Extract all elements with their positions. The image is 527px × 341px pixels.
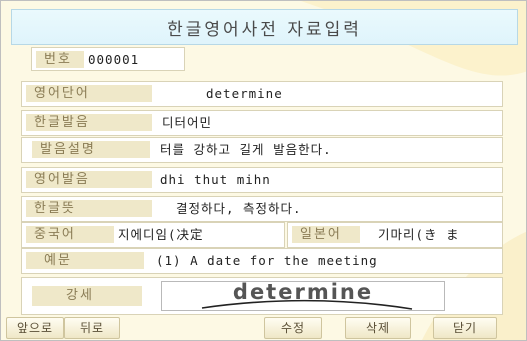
data-entry-window: 한글영어사전 자료입력 번호 000001 영어단어 determine 한글발… — [0, 0, 527, 341]
japanese-field[interactable]: 기마리(き ま — [374, 226, 498, 243]
english-pron-row: 영어발음 dhi thut mihn — [21, 167, 503, 193]
example-field[interactable]: (1) A date for the meeting — [152, 252, 496, 269]
korean-meaning-field[interactable]: 결정하다, 측정하다. — [172, 200, 496, 217]
chinese-row: 중국어 지에디임(决定 — [21, 222, 285, 248]
number-row: 번호 000001 — [31, 47, 185, 71]
next-button[interactable]: 뒤로 — [64, 317, 120, 339]
english-pron-label: 영어발음 — [26, 171, 152, 188]
close-button[interactable]: 닫기 — [433, 317, 497, 339]
example-row: 예문 (1) A date for the meeting — [21, 248, 503, 274]
chinese-field[interactable]: 지에디임(决定 — [114, 226, 278, 243]
chinese-label: 중국어 — [26, 226, 120, 243]
pron-desc-label: 발음설명 — [32, 141, 150, 158]
page-title: 한글영어사전 자료입력 — [11, 9, 518, 45]
english-word-label: 영어단어 — [26, 85, 152, 102]
delete-button[interactable]: 삭제 — [345, 317, 411, 339]
korean-meaning-row: 한글뜻 결정하다, 측정하다. — [21, 196, 503, 222]
edit-button[interactable]: 수정 — [264, 317, 322, 339]
korean-pron-row: 한글발음 디터어민 — [21, 110, 503, 136]
english-word-row: 영어단어 determine — [21, 81, 503, 107]
example-label: 예문 — [26, 252, 144, 269]
pron-desc-field[interactable]: 터를 강하고 길게 발음한다. — [156, 141, 496, 158]
pron-desc-row: 발음설명 터를 강하고 길게 발음한다. — [21, 137, 503, 163]
english-pron-field[interactable]: dhi thut mihn — [156, 171, 496, 188]
korean-pron-label: 한글발음 — [26, 114, 152, 131]
japanese-label: 일본어 — [292, 226, 360, 243]
english-word-field[interactable]: determine — [202, 85, 496, 102]
number-label: 번호 — [36, 51, 86, 68]
stress-image: determine — [161, 281, 445, 311]
stress-waveform-image: determine — [201, 282, 413, 310]
stress-label: 강세 — [32, 286, 142, 306]
korean-meaning-label: 한글뜻 — [26, 200, 152, 217]
prev-button[interactable]: 앞으로 — [6, 317, 64, 339]
korean-pron-field[interactable]: 디터어민 — [158, 114, 492, 131]
number-field[interactable]: 000001 — [84, 51, 180, 68]
japanese-row: 일본어 기마리(き ま — [287, 222, 503, 248]
